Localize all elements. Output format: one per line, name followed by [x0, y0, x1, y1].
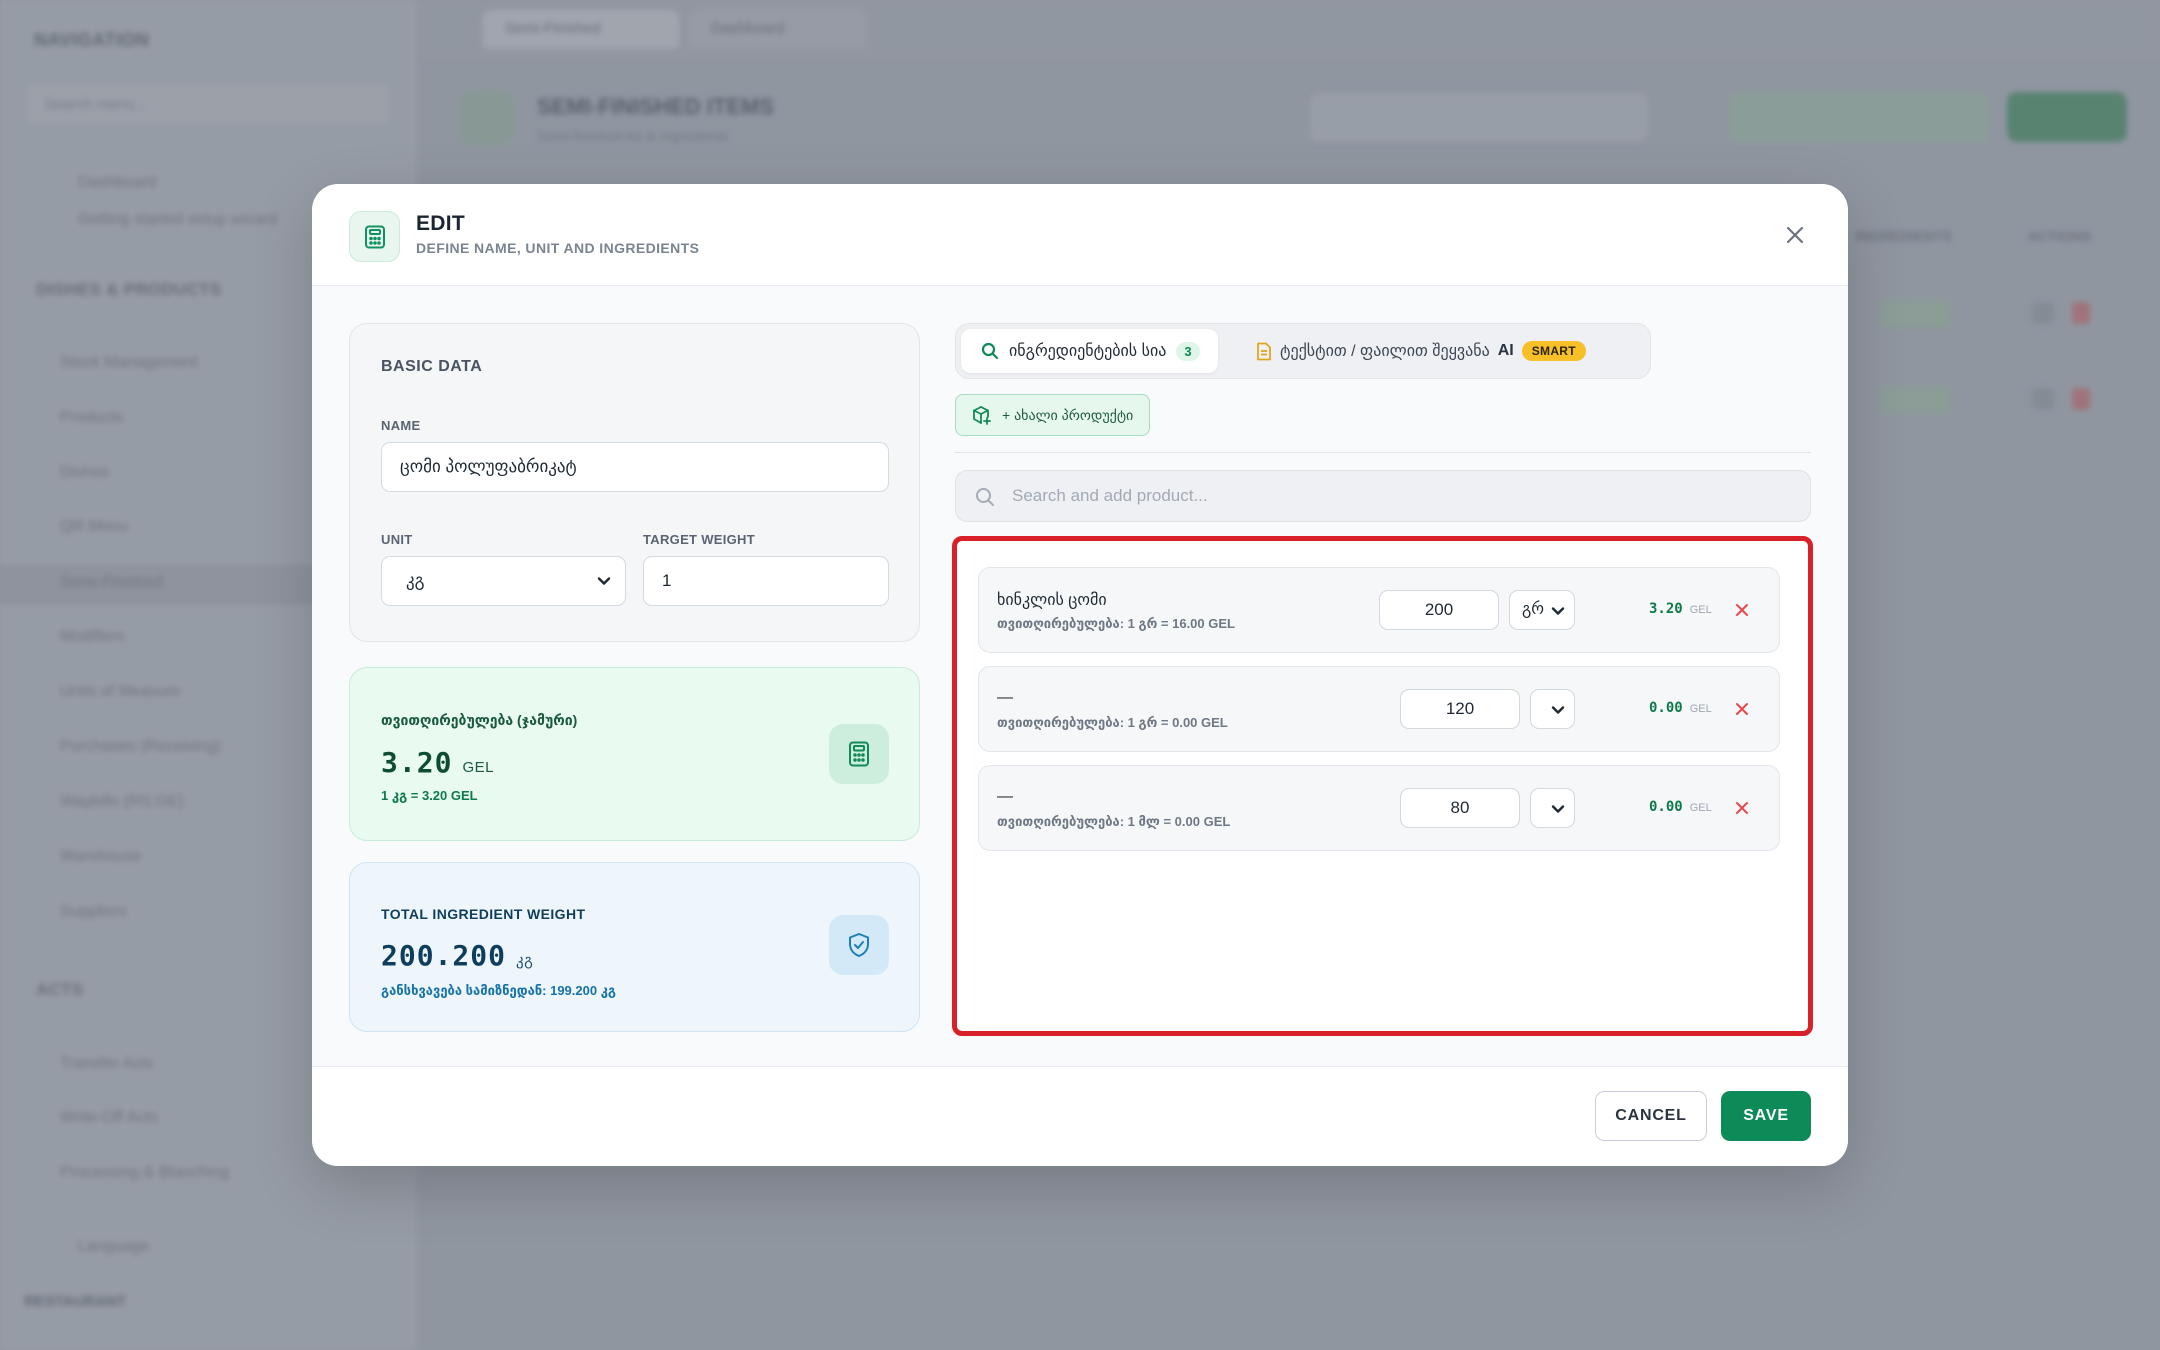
- ingredient-price-currency: GEL: [1689, 604, 1712, 616]
- calculator-icon: [349, 211, 400, 262]
- ingredients-count-badge: 3: [1176, 341, 1200, 361]
- ingredient-unit-select[interactable]: [1530, 788, 1575, 828]
- total-weight-label: TOTAL INGREDIENT WEIGHT: [381, 906, 586, 922]
- name-input[interactable]: ცომი პოლუფაბრიკატ: [381, 442, 889, 492]
- unit-label: UNIT: [381, 532, 413, 547]
- new-product-label: + ახალი პროდუქტი: [1002, 406, 1134, 423]
- ingredient-qty-input[interactable]: 200: [1379, 590, 1499, 630]
- smart-badge: SMART: [1521, 341, 1586, 361]
- new-product-button[interactable]: + ახალი პროდუქტი: [955, 394, 1151, 436]
- tab-ai-label: ტექსტით / ფაილით შეყვანა: [1280, 343, 1490, 360]
- modal-body: BASIC DATA NAME ცომი პოლუფაბრიკატ UNIT კ…: [312, 286, 1848, 1066]
- ingredient-price: 0.00 GEL: [1649, 799, 1712, 815]
- chevron-down-icon: [1551, 805, 1565, 813]
- cost-per-unit: 1 კგ = 3.20 GEL: [381, 788, 478, 803]
- ingredient-price-value: 0.00: [1649, 700, 1683, 716]
- total-cost-number: 3.20: [381, 746, 453, 779]
- tab-ai-import[interactable]: ტექსტით / ფაილით შეყვანა AI SMART: [1246, 329, 1596, 373]
- product-search-input[interactable]: Search and add product...: [955, 470, 1811, 522]
- modal-title: EDIT: [416, 212, 466, 235]
- ingredient-name: —: [997, 788, 1013, 805]
- document-icon: [1257, 342, 1271, 360]
- basic-data-card: BASIC DATA NAME ცომი პოლუფაბრიკატ UNIT კ…: [349, 323, 920, 642]
- unit-select-value: კგ: [406, 571, 425, 590]
- ingredient-unit-value: გრ: [1522, 601, 1545, 618]
- ingredient-tabs: ინგრედიენტების სია 3 ტექსტით / ფაილით შე…: [955, 323, 1651, 379]
- total-cost-card: თვითღირებულება (ჯამური) 3.20 GEL 1 კგ = 3…: [349, 667, 920, 841]
- total-weight-number: 200.200: [381, 939, 507, 972]
- remove-ingredient-icon[interactable]: [1731, 797, 1753, 819]
- ingredient-qty-input[interactable]: 120: [1400, 689, 1520, 729]
- ingredient-price-value: 3.20: [1649, 601, 1683, 617]
- ingredient-cost-line: თვითღირებულება: 1 გრ = 0.00 GEL: [997, 715, 1228, 730]
- weight-difference: განსხვავება სამიზნედან: 199.200 კგ: [381, 983, 617, 998]
- ingredient-price-currency: GEL: [1689, 802, 1712, 814]
- modal-footer: CANCEL SAVE: [312, 1066, 1848, 1166]
- save-button[interactable]: SAVE: [1721, 1091, 1811, 1141]
- ingredient-price: 3.20 GEL: [1649, 601, 1712, 617]
- chevron-down-icon: [1551, 607, 1565, 615]
- ingredient-price: 0.00 GEL: [1649, 700, 1712, 716]
- ingredient-row: — თვითღირებულება: 1 გრ = 0.00 GEL 120 0.…: [978, 666, 1780, 752]
- cancel-button[interactable]: CANCEL: [1595, 1091, 1707, 1141]
- total-weight-unit: კგ: [516, 952, 534, 969]
- basic-data-title: BASIC DATA: [381, 358, 483, 375]
- package-plus-icon: [973, 406, 991, 425]
- total-cost-value: 3.20 GEL: [381, 746, 494, 779]
- ingredient-cost-line: თვითღირებულება: 1 გრ = 16.00 GEL: [997, 616, 1235, 631]
- unit-select[interactable]: კგ: [381, 556, 626, 606]
- divider: [955, 452, 1811, 453]
- shield-check-icon: [829, 915, 889, 975]
- product-search-placeholder: Search and add product...: [1012, 486, 1208, 505]
- name-label: NAME: [381, 418, 421, 433]
- ingredient-qty-input[interactable]: 80: [1400, 788, 1520, 828]
- total-weight-card: TOTAL INGREDIENT WEIGHT 200.200 კგ განსხვ…: [349, 862, 920, 1032]
- ingredient-row: — თვითღირებულება: 1 მლ = 0.00 GEL 80 0.0…: [978, 765, 1780, 851]
- total-weight-value: 200.200 კგ: [381, 939, 533, 972]
- tab-ingredients-list[interactable]: ინგრედიენტების სია 3: [961, 329, 1218, 373]
- ingredient-name: —: [997, 689, 1013, 706]
- total-cost-unit: GEL: [462, 759, 494, 776]
- total-cost-label: თვითღირებულება (ჯამური): [381, 712, 578, 728]
- modal-subtitle: DEFINE NAME, UNIT AND INGREDIENTS: [416, 240, 700, 256]
- close-icon[interactable]: [1780, 220, 1810, 250]
- target-weight-label: TARGET WEIGHT: [643, 532, 755, 547]
- tab-ingredients-label: ინგრედიენტების სია: [1009, 343, 1167, 360]
- calculator-icon: [829, 724, 889, 784]
- remove-ingredient-icon[interactable]: [1731, 599, 1753, 621]
- ingredient-price-value: 0.00: [1649, 799, 1683, 815]
- ai-tag: AI: [1497, 342, 1514, 359]
- chevron-down-icon: [597, 577, 611, 585]
- edit-modal: EDIT DEFINE NAME, UNIT AND INGREDIENTS B…: [312, 184, 1848, 1166]
- ingredient-list: ხინკლის ცომი თვითღირებულება: 1 გრ = 16.0…: [952, 536, 1813, 1036]
- ingredient-price-currency: GEL: [1689, 703, 1712, 715]
- modal-header: EDIT DEFINE NAME, UNIT AND INGREDIENTS: [312, 184, 1848, 286]
- remove-ingredient-icon[interactable]: [1731, 698, 1753, 720]
- ingredient-row: ხინკლის ცომი თვითღირებულება: 1 გრ = 16.0…: [978, 567, 1780, 653]
- ingredient-name: ხინკლის ცომი: [997, 592, 1107, 609]
- search-icon: [981, 342, 999, 360]
- target-weight-input[interactable]: 1: [643, 556, 889, 606]
- search-icon: [976, 488, 994, 506]
- ingredient-unit-select[interactable]: [1530, 689, 1575, 729]
- ingredient-unit-select[interactable]: გრ: [1509, 590, 1575, 630]
- ingredient-cost-line: თვითღირებულება: 1 მლ = 0.00 GEL: [997, 814, 1231, 829]
- chevron-down-icon: [1551, 706, 1565, 714]
